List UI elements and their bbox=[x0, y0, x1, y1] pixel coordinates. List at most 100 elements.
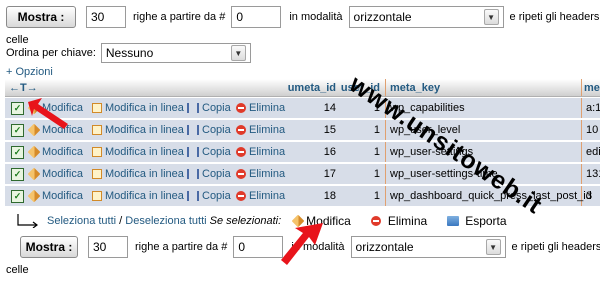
cell-meta-value: 131 bbox=[586, 168, 600, 180]
options-row: + Opzioni bbox=[6, 66, 53, 78]
cell-meta-key: wp_dashboard_quick_press_last_post_id bbox=[385, 186, 592, 206]
red-arrow-icon bbox=[28, 98, 68, 129]
inline-edit-action[interactable]: Modifica in linea bbox=[92, 186, 184, 206]
cell-meta-value: 10 bbox=[586, 124, 599, 136]
mode-select-value: orizzontale bbox=[355, 240, 414, 254]
table-header: ←T→ umeta_id user_id meta_key me bbox=[5, 79, 600, 97]
delete-action[interactable]: Elimina bbox=[236, 142, 285, 162]
cell-user-id: 1 bbox=[373, 168, 380, 180]
delete-icon bbox=[236, 147, 246, 157]
mode-label: in modalità bbox=[289, 11, 343, 23]
rows-count-input[interactable]: 30 bbox=[86, 6, 126, 28]
edit-action[interactable]: Modifica bbox=[27, 186, 83, 206]
checkmark-icon: ✓ bbox=[11, 145, 24, 159]
delete-icon bbox=[236, 125, 246, 135]
copy-icon bbox=[187, 169, 199, 179]
copy-action[interactable]: Copia bbox=[187, 142, 231, 162]
edit-label: Modifica bbox=[42, 190, 83, 202]
cell-user-id: 1 bbox=[373, 190, 380, 202]
sort-select[interactable]: Nessuno ▼ bbox=[100, 43, 251, 63]
bulk-delete-button[interactable]: Elimina bbox=[370, 214, 428, 228]
copy-action[interactable]: Copia bbox=[187, 120, 231, 140]
delete-icon bbox=[236, 103, 246, 113]
select-arrow-icon bbox=[17, 214, 38, 228]
export-icon bbox=[447, 216, 460, 226]
chevron-down-icon: ▼ bbox=[483, 9, 499, 25]
edit-label: Modifica bbox=[42, 168, 83, 180]
copy-icon bbox=[187, 103, 199, 113]
row-checkbox[interactable]: ✓ bbox=[11, 142, 24, 162]
cell-user-id: 1 bbox=[373, 146, 380, 158]
copy-action[interactable]: Copia bbox=[187, 164, 231, 184]
delete-label: Elimina bbox=[249, 146, 286, 158]
copy-label: Copia bbox=[202, 102, 231, 114]
table-row: ✓ Modifica Modifica in linea Copia Elimi… bbox=[5, 98, 600, 120]
options-link[interactable]: + Opzioni bbox=[6, 66, 53, 78]
repeat-headers-label: e ripeti gli headers dopo bbox=[509, 11, 600, 23]
rows-count-input[interactable]: 30 bbox=[88, 236, 128, 258]
inline-edit-action[interactable]: Modifica in linea bbox=[92, 120, 184, 140]
row-checkbox[interactable]: ✓ bbox=[11, 164, 24, 184]
delete-icon bbox=[236, 169, 246, 179]
edit-action[interactable]: Modifica bbox=[27, 142, 83, 162]
row-checkbox[interactable]: ✓ bbox=[11, 186, 24, 206]
select-separator: / bbox=[116, 215, 126, 227]
bulk-delete-label: Elimina bbox=[387, 214, 428, 228]
copy-icon bbox=[187, 147, 199, 157]
start-row-input[interactable]: 0 bbox=[233, 236, 284, 258]
row-checkbox[interactable]: ✓ bbox=[11, 98, 24, 118]
cell-umeta-id: 18 bbox=[323, 190, 336, 202]
mode-select[interactable]: orizzontale ▼ bbox=[350, 236, 506, 258]
checkmark-icon: ✓ bbox=[11, 101, 24, 115]
inline-edit-icon bbox=[92, 191, 102, 201]
inline-edit-action[interactable]: Modifica in linea bbox=[92, 98, 184, 118]
inline-edit-label: Modifica in linea bbox=[105, 146, 184, 158]
bulk-export-button[interactable]: Esporta bbox=[447, 214, 507, 228]
delete-icon bbox=[370, 216, 381, 226]
column-header-umeta-id[interactable]: umeta_id bbox=[288, 79, 338, 96]
start-row-input[interactable]: 0 bbox=[231, 6, 282, 28]
pencil-icon bbox=[27, 167, 41, 181]
show-button[interactable]: Mostra : bbox=[20, 236, 78, 258]
inline-edit-icon bbox=[92, 125, 102, 135]
edit-action[interactable]: Modifica bbox=[27, 164, 83, 184]
copy-label: Copia bbox=[202, 124, 231, 136]
mode-select[interactable]: orizzontale ▼ bbox=[348, 6, 504, 28]
if-selected-label: Se selezionati: bbox=[209, 215, 282, 227]
delete-icon bbox=[236, 191, 246, 201]
cells-label: celle bbox=[6, 264, 29, 276]
delete-action[interactable]: Elimina bbox=[236, 120, 285, 140]
sort-bar: Ordina per chiave: Nessuno ▼ bbox=[6, 43, 251, 63]
column-header-meta-key[interactable]: meta_key bbox=[385, 79, 582, 96]
copy-icon bbox=[187, 125, 199, 135]
delete-label: Elimina bbox=[249, 168, 286, 180]
copy-icon bbox=[187, 191, 199, 201]
cell-umeta-id: 17 bbox=[323, 168, 336, 180]
sort-label: Ordina per chiave: bbox=[6, 47, 96, 59]
chevron-down-icon: ▼ bbox=[230, 45, 246, 61]
inline-edit-action[interactable]: Modifica in linea bbox=[92, 142, 184, 162]
pencil-icon bbox=[27, 145, 41, 159]
copy-action[interactable]: Copia bbox=[187, 98, 231, 118]
copy-action[interactable]: Copia bbox=[187, 186, 231, 206]
inline-edit-action[interactable]: Modifica in linea bbox=[92, 164, 184, 184]
select-all-link[interactable]: Seleziona tutti bbox=[47, 215, 116, 227]
deselect-all-link[interactable]: Deseleziona tutti bbox=[125, 215, 206, 227]
column-nav-arrows[interactable]: ←T→ bbox=[9, 79, 69, 96]
cell-umeta-id: 14 bbox=[323, 102, 336, 114]
row-checkbox[interactable]: ✓ bbox=[11, 120, 24, 140]
checkmark-icon: ✓ bbox=[11, 167, 24, 181]
copy-label: Copia bbox=[202, 146, 231, 158]
delete-action[interactable]: Elimina bbox=[236, 98, 285, 118]
cell-umeta-id: 16 bbox=[323, 146, 336, 158]
inline-edit-label: Modifica in linea bbox=[105, 102, 184, 114]
delete-action[interactable]: Elimina bbox=[236, 164, 285, 184]
show-button[interactable]: Mostra : bbox=[6, 6, 76, 28]
table-row: ✓ Modifica Modifica in linea Copia Elimi… bbox=[5, 120, 600, 142]
delete-action[interactable]: Elimina bbox=[236, 186, 285, 206]
column-header-meta-value[interactable]: me bbox=[584, 79, 600, 96]
cell-meta-value: editi bbox=[586, 146, 600, 158]
delete-label: Elimina bbox=[249, 124, 286, 136]
edit-label: Modifica bbox=[42, 146, 83, 158]
chevron-down-icon: ▼ bbox=[485, 239, 501, 255]
